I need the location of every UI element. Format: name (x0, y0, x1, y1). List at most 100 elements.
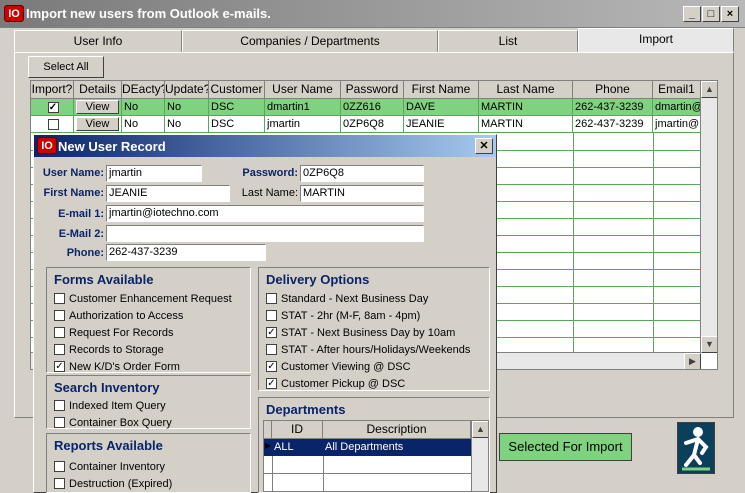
checkbox-checked[interactable]: ✓ (266, 361, 277, 372)
view-details-button[interactable]: View (76, 117, 119, 131)
last-name-label: Last Name: (241, 187, 298, 199)
form-option[interactable]: ✓ New K/D's Order Form (54, 358, 232, 375)
checkbox[interactable] (54, 293, 65, 304)
delivery-option[interactable]: ✓ STAT - Next Business Day by 10am (266, 324, 470, 341)
scroll-right-icon[interactable]: ▶ (684, 353, 701, 369)
dialog-close-icon[interactable]: ✕ (475, 138, 493, 154)
window-title-bar: IO Import new users from Outlook e-mails… (0, 0, 745, 28)
tab-user-info[interactable]: User Info (14, 30, 182, 52)
col-header-id[interactable]: ID (272, 421, 323, 439)
report-option[interactable]: Container Inventory (54, 458, 172, 475)
delivery-list: Standard - Next Business Day STAT - 2hr … (266, 290, 470, 392)
search-inventory-group: Search Inventory Indexed Item Query Cont… (46, 375, 251, 429)
password-cell: 0ZZ616 (341, 99, 404, 116)
col-header-deacty[interactable]: DEacty? (122, 81, 165, 99)
col-header-last-name[interactable]: Last Name (479, 81, 573, 99)
search-inventory-title: Search Inventory (54, 380, 160, 395)
delivery-option[interactable]: STAT - 2hr (M-F, 8am - 4pm) (266, 307, 470, 324)
deacty-cell: No (122, 116, 165, 133)
checkbox-checked[interactable]: ✓ (266, 327, 277, 338)
email1-field[interactable]: jmartin@iotechno.com (106, 205, 424, 222)
checkbox[interactable] (266, 310, 277, 321)
checkbox[interactable] (54, 417, 65, 428)
table-row[interactable]: View No No DSC jmartin 0ZP6Q8 JEANIE MAR… (31, 116, 701, 133)
delivery-option[interactable]: ✓ Customer Viewing @ DSC (266, 358, 470, 375)
tab-companies-departments[interactable]: Companies / Departments (182, 30, 438, 52)
col-header-customer[interactable]: Customer (209, 81, 265, 99)
tab-list[interactable]: List (438, 30, 578, 52)
row-pointer-icon: ▶ (265, 441, 272, 450)
view-details-button[interactable]: View (76, 100, 119, 114)
password-label: Password: (242, 167, 298, 179)
delivery-option[interactable]: ✓ Customer Pickup @ DSC (266, 375, 470, 392)
close-icon[interactable]: × (721, 6, 739, 22)
checkbox[interactable] (54, 344, 65, 355)
phone-field[interactable]: 262-437-3239 (106, 244, 266, 261)
selected-for-import-button[interactable]: Selected For Import (499, 433, 632, 461)
username-cell: dmartin1 (265, 99, 341, 116)
departments-scrollbar[interactable]: ▲ (471, 421, 488, 491)
checkbox[interactable] (54, 310, 65, 321)
table-row[interactable]: ▶ ALL All Departments (264, 439, 471, 456)
update-cell: No (165, 99, 209, 116)
form-option[interactable]: Authorization to Access (54, 307, 232, 324)
delivery-options-group: Delivery Options Standard - Next Busines… (258, 267, 490, 391)
forms-available-group: Forms Available Customer Enhancement Req… (46, 267, 251, 373)
email-cell: jmartin@ (653, 116, 701, 133)
grid-line (653, 133, 654, 369)
checkbox[interactable] (54, 327, 65, 338)
col-header-first-name[interactable]: First Name (404, 81, 479, 99)
email2-field[interactable] (106, 225, 424, 242)
checkbox[interactable] (266, 344, 277, 355)
scroll-up-icon[interactable]: ▲ (472, 421, 488, 438)
col-header-update[interactable]: Update? (165, 81, 209, 99)
phone-label: Phone: (66, 247, 104, 259)
tab-import[interactable]: Import (578, 28, 734, 52)
last-name-field[interactable]: MARTIN (300, 185, 424, 202)
checkbox-checked[interactable]: ✓ (54, 361, 65, 372)
delivery-option[interactable]: STAT - After hours/Holidays/Weekends (266, 341, 470, 358)
checkbox-checked[interactable]: ✓ (266, 378, 277, 389)
form-option-label: Customer Enhancement Request (69, 292, 232, 305)
department-description: All Departments (325, 441, 404, 453)
departments-title: Departments (266, 402, 346, 417)
last-name-cell: MARTIN (479, 116, 573, 133)
import-checkbox-cell[interactable]: ✓ (31, 99, 74, 116)
search-option[interactable]: Indexed Item Query (54, 397, 172, 414)
checkbox[interactable] (54, 400, 65, 411)
checkbox[interactable] (266, 293, 277, 304)
search-option[interactable]: Container Box Query (54, 414, 172, 431)
import-checkbox-cell[interactable] (31, 116, 74, 133)
col-header-description[interactable]: Description (323, 421, 471, 439)
report-option[interactable]: Destruction (Expired) (54, 475, 172, 492)
col-header-password[interactable]: Password (341, 81, 404, 99)
scroll-down-icon[interactable]: ▼ (701, 336, 717, 353)
col-header-import[interactable]: Import? (31, 81, 74, 99)
runner-logo-icon[interactable] (677, 422, 715, 474)
col-header-phone[interactable]: Phone (573, 81, 653, 99)
first-name-field[interactable]: JEANIE (106, 185, 230, 202)
username-cell: jmartin (265, 116, 341, 133)
scroll-up-icon[interactable]: ▲ (701, 81, 717, 98)
form-option-label: New K/D's Order Form (69, 360, 180, 373)
user-name-field[interactable]: jmartin (106, 165, 202, 182)
form-option[interactable]: Records to Storage (54, 341, 232, 358)
row-selector-header (264, 421, 272, 439)
maximize-icon[interactable]: □ (702, 6, 720, 22)
checkbox[interactable] (54, 478, 65, 489)
grid-vertical-scrollbar[interactable]: ▲ ▼ (700, 81, 717, 353)
checkbox[interactable] (54, 461, 65, 472)
delivery-option[interactable]: Standard - Next Business Day (266, 290, 470, 307)
password-field[interactable]: 0ZP6Q8 (300, 165, 424, 182)
customer-cell: DSC (209, 116, 265, 133)
table-row[interactable]: ✓ View No No DSC dmartin1 0ZZ616 DAVE MA… (31, 99, 701, 116)
form-option[interactable]: Customer Enhancement Request (54, 290, 232, 307)
app-logo-icon: IO (37, 137, 57, 154)
select-all-button[interactable]: Select All (28, 56, 104, 78)
last-name-cell: MARTIN (479, 99, 573, 116)
col-header-details[interactable]: Details (74, 81, 122, 99)
col-header-username[interactable]: User Name (265, 81, 341, 99)
form-option[interactable]: Request For Records (54, 324, 232, 341)
col-header-email1[interactable]: Email1 (653, 81, 701, 99)
minimize-icon[interactable]: _ (683, 6, 701, 22)
